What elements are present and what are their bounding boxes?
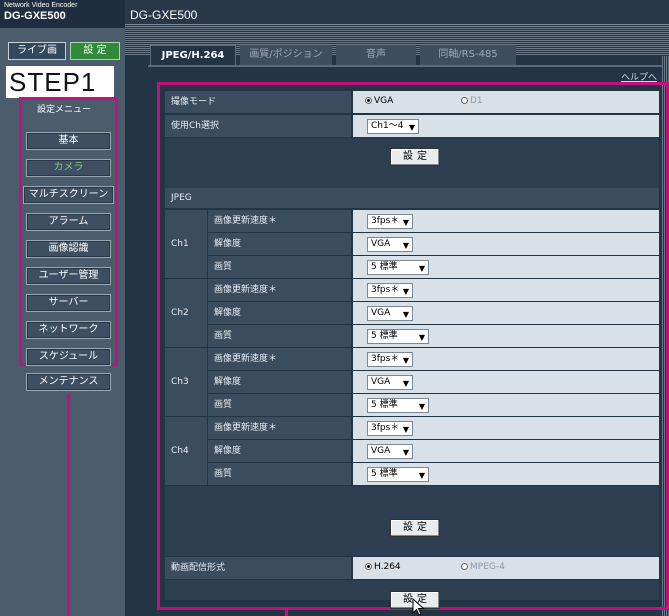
ch1-refresh-select[interactable]: 3fps＊ ▼ bbox=[367, 214, 413, 229]
tab-underline bbox=[148, 65, 662, 67]
sidebar-item-maintenance[interactable]: メンテナンス bbox=[26, 373, 111, 391]
chevron-down-icon: ▼ bbox=[402, 356, 409, 365]
chevron-down-icon: ▼ bbox=[402, 425, 409, 434]
brand-name: DG-GXE500 bbox=[4, 10, 66, 22]
capture-mode-vga-radio[interactable]: VGA bbox=[365, 96, 393, 106]
ch2-resolution-label: 解像度 bbox=[208, 302, 351, 324]
ch3-label: Ch3 bbox=[165, 348, 207, 416]
ch-select-label: 使用Ch選択 bbox=[165, 115, 351, 137]
chevron-down-icon: ▼ bbox=[418, 402, 425, 411]
ch1-resolution-label: 解像度 bbox=[208, 233, 351, 255]
sidebar-item-server[interactable]: サーバー bbox=[26, 294, 111, 312]
ch1-resolution-select[interactable]: VGA ▼ bbox=[367, 237, 413, 252]
ch2-quality-select[interactable]: 5 標準 ▼ bbox=[367, 329, 429, 344]
ch2-refresh-label: 画像更新速度＊ bbox=[208, 279, 351, 301]
chevron-down-icon: ▼ bbox=[402, 241, 409, 250]
capture-mode-label: 撮像モード bbox=[165, 91, 351, 113]
ch4-resolution-label: 解像度 bbox=[208, 440, 351, 462]
ch-select-row: 使用Ch選択 Ch1〜4 ▼ bbox=[165, 115, 659, 138]
sidebar-item-schedule[interactable]: スケジュール bbox=[26, 348, 111, 366]
chevron-down-icon: ▼ bbox=[418, 471, 425, 480]
setup-button[interactable]: 設 定 bbox=[70, 42, 120, 60]
ch2-quality-label: 画質 bbox=[208, 325, 351, 347]
ch4-quality-select[interactable]: 5 標準 ▼ bbox=[367, 467, 429, 482]
set-button-1[interactable]: 設定 bbox=[390, 148, 440, 166]
stream-format-row: 動画配信形式 H.264 MPEG-4 bbox=[165, 557, 659, 580]
ch3-quality-select[interactable]: 5 標準 ▼ bbox=[367, 398, 429, 413]
ch3-refresh-select[interactable]: 3fps＊ ▼ bbox=[367, 352, 413, 367]
radio-selected-icon bbox=[365, 563, 372, 570]
ch3-resolution-label: 解像度 bbox=[208, 371, 351, 393]
chevron-down-icon: ▼ bbox=[418, 333, 425, 342]
chevron-down-icon: ▼ bbox=[408, 123, 415, 132]
sidebar-item-image-recognition[interactable]: 画像認識 bbox=[26, 240, 111, 258]
callout-line-bottom bbox=[285, 610, 288, 616]
live-view-button[interactable]: ライブ画 bbox=[8, 42, 66, 60]
radio-unselected-icon bbox=[461, 97, 468, 104]
step-label: STEP1 bbox=[6, 66, 114, 98]
ch2-label: Ch2 bbox=[165, 279, 207, 347]
sidebar-item-camera[interactable]: カメラ bbox=[26, 159, 111, 177]
radio-unselected-icon bbox=[461, 563, 468, 570]
tab-image-position[interactable]: 画質/ポジション bbox=[240, 45, 332, 65]
jpeg-section-header: JPEG bbox=[165, 188, 659, 208]
ch1-refresh-label: 画像更新速度＊ bbox=[208, 210, 351, 232]
tab-coaxial-rs485[interactable]: 同軸/RS-485 bbox=[420, 45, 516, 65]
ch1-quality-select[interactable]: 5 標準 ▼ bbox=[367, 260, 429, 275]
set-button-2[interactable]: 設定 bbox=[390, 519, 440, 537]
ch2-resolution-select[interactable]: VGA ▼ bbox=[367, 306, 413, 321]
ch4-resolution-select[interactable]: VGA ▼ bbox=[367, 444, 413, 459]
stream-format-h264-radio[interactable]: H.264 bbox=[365, 562, 401, 572]
brand-logo: Network Video Encoder DG-GXE500 bbox=[0, 0, 125, 28]
sidebar-item-alarm[interactable]: アラーム bbox=[26, 213, 111, 231]
chevron-down-icon: ▼ bbox=[402, 287, 409, 296]
chevron-down-icon: ▼ bbox=[402, 218, 409, 227]
ch4-quality-label: 画質 bbox=[208, 463, 351, 485]
ch3-resolution-select[interactable]: VGA ▼ bbox=[367, 375, 413, 390]
ch-select-dropdown[interactable]: Ch1〜4 ▼ bbox=[367, 119, 419, 134]
chevron-down-icon: ▼ bbox=[402, 310, 409, 319]
ch4-refresh-select[interactable]: 3fps＊ ▼ bbox=[367, 421, 413, 436]
ch4-refresh-label: 画像更新速度＊ bbox=[208, 417, 351, 439]
radio-selected-icon bbox=[365, 97, 372, 104]
chevron-down-icon: ▼ bbox=[402, 379, 409, 388]
sidebar-item-user-management[interactable]: ユーザー管理 bbox=[26, 267, 111, 285]
capture-mode-row: 撮像モード VGA D1 bbox=[165, 91, 659, 114]
ch3-quality-label: 画質 bbox=[208, 394, 351, 416]
chevron-down-icon: ▼ bbox=[418, 264, 425, 273]
sidebar-item-basic[interactable]: 基本 bbox=[26, 132, 111, 150]
stream-format-mpeg4-radio[interactable]: MPEG-4 bbox=[461, 562, 505, 572]
callout-line-left bbox=[67, 394, 70, 616]
chevron-down-icon: ▼ bbox=[402, 448, 409, 457]
capture-mode-d1-radio[interactable]: D1 bbox=[461, 96, 483, 106]
ch3-refresh-label: 画像更新速度＊ bbox=[208, 348, 351, 370]
tab-audio[interactable]: 音声 bbox=[336, 45, 416, 65]
ch2-refresh-select[interactable]: 3fps＊ ▼ bbox=[367, 283, 413, 298]
sidebar-item-multiscreen[interactable]: マルチスクリーン bbox=[23, 186, 114, 204]
tab-jpeg-h264[interactable]: JPEG/H.264 bbox=[150, 45, 236, 65]
mouse-cursor-icon bbox=[412, 598, 425, 616]
ch4-label: Ch4 bbox=[165, 417, 207, 485]
model-title: DG-GXE500 bbox=[130, 8, 198, 22]
ch1-label: Ch1 bbox=[165, 210, 207, 278]
brand-subtitle: Network Video Encoder bbox=[4, 2, 78, 9]
ch1-quality-label: 画質 bbox=[208, 256, 351, 278]
sidebar-item-network[interactable]: ネットワーク bbox=[26, 321, 111, 339]
stream-format-label: 動画配信形式 bbox=[165, 557, 351, 579]
